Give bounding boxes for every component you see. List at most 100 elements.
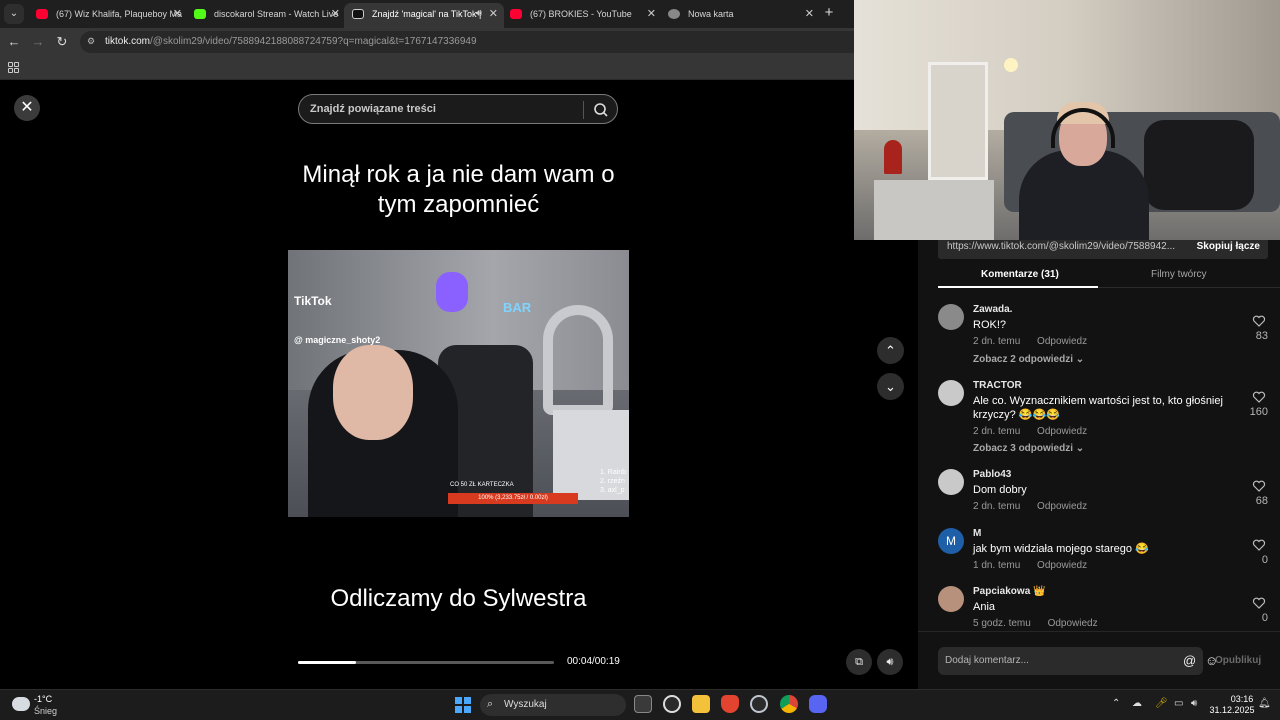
comment-text: ROK!? (973, 319, 1007, 331)
reply-button[interactable]: Odpowiedz (1048, 618, 1098, 629)
taskbar-search[interactable]: ⌕ Wyszukaj (480, 694, 626, 716)
show-hidden-icons[interactable]: ⌃ (1112, 698, 1120, 709)
close-tab-icon[interactable]: ✕ (647, 3, 656, 25)
chrome-icon[interactable] (780, 695, 798, 713)
close-tab-icon[interactable]: ✕ (173, 3, 182, 25)
tab-label: (67) Wiz Khalifa, Plaqueboy Ma (56, 9, 183, 19)
tab-youtube-wiz[interactable]: (67) Wiz Khalifa, Plaqueboy Ma ✕ (28, 3, 188, 25)
heart-icon[interactable] (1252, 479, 1266, 493)
tab-kick-discokarol[interactable]: discokarol Stream - Watch Live ✕ (186, 3, 346, 25)
tab-search-button[interactable]: ⌄ (4, 4, 24, 24)
view-replies-button[interactable]: Zobacz 2 odpowiedzi ⌄ (973, 354, 1084, 365)
heart-icon[interactable] (1252, 596, 1266, 610)
comment-author[interactable]: Pablo43 (973, 469, 1011, 480)
close-video-button[interactable]: ✕ (14, 95, 40, 121)
tab-new-tab[interactable]: Nowa karta ✕ (660, 3, 820, 25)
site-settings-icon[interactable]: ⚙ (87, 36, 97, 48)
comment-meta: 2 dn. temu Odpowiedz (973, 426, 1101, 437)
volume-icon[interactable]: 🔊︎ (1191, 698, 1197, 709)
next-video-button[interactable]: ⌄ (877, 373, 904, 400)
comment-text: jak bym widziała mojego starego 😂 (973, 543, 1149, 555)
comment-text: Ania (973, 601, 996, 613)
tab-label: (67) BROKIES - YouTube (530, 9, 632, 19)
heart-icon[interactable] (1252, 314, 1266, 328)
weather-temperature[interactable]: -1°C (34, 694, 52, 704)
new-tab-button[interactable]: + (820, 4, 838, 22)
comment-author[interactable]: TRACTOR (973, 380, 1022, 391)
taskbar-search-placeholder: Wyszukaj (504, 699, 547, 710)
comment-author[interactable]: Zawada. (973, 304, 1012, 315)
notifications-icon[interactable]: 🔔︎ (1258, 698, 1271, 709)
publish-button[interactable]: Opublikuj (1215, 655, 1261, 666)
avatar[interactable] (938, 469, 964, 495)
apps-grid-icon[interactable] (8, 62, 19, 73)
donation-goal-bar: 100% (3,233.75zł / 0.00zł) (448, 493, 578, 504)
avatar[interactable] (938, 586, 964, 612)
reply-button[interactable]: Odpowiedz (1037, 426, 1087, 437)
pip-button[interactable]: ⧉ (846, 649, 872, 675)
weather-description[interactable]: Śnieg (34, 706, 57, 716)
comment-author[interactable]: M (973, 528, 981, 539)
back-button[interactable]: ← (5, 33, 23, 51)
weather-icon[interactable] (12, 697, 30, 711)
file-explorer-icon[interactable] (692, 695, 710, 713)
url-text: tiktok.com/@skolim29/video/7588942188088… (105, 36, 477, 47)
forward-button[interactable]: → (29, 33, 47, 51)
avatar[interactable] (938, 380, 964, 406)
webcam-lamp (1004, 58, 1018, 72)
address-bar[interactable]: ⚙ tiktok.com/@skolim29/video/75889421880… (80, 31, 854, 53)
copy-link-button[interactable]: Skopiuj łącze (1197, 241, 1260, 252)
taskbar-date[interactable]: 31.12.2025 (1208, 705, 1256, 715)
onedrive-icon[interactable]: ☁ (1132, 698, 1142, 709)
close-tab-icon[interactable]: ✕ (805, 3, 814, 25)
close-tab-icon[interactable]: ✕ (489, 3, 498, 25)
reply-button[interactable]: Odpowiedz (1037, 336, 1087, 347)
tab-creator-videos[interactable]: Filmy twórcy (1151, 269, 1207, 280)
related-search-input[interactable]: Znajdź powiązane treści (298, 94, 618, 124)
video-progress-bar[interactable] (298, 661, 554, 664)
comment-author[interactable]: Papciakowa 👑 (973, 586, 1045, 597)
taskbar-time[interactable]: 03:16 (1222, 694, 1262, 704)
webcam-chair (874, 180, 994, 240)
volume-button[interactable]: 🔊︎ (877, 649, 903, 675)
app-icon[interactable] (750, 695, 768, 713)
start-icon[interactable] (455, 697, 471, 713)
video-caption-top: Minął rok a ja nie dam wam o tym zapomni… (302, 161, 615, 218)
windows-taskbar: -1°C Śnieg ⌕ Wyszukaj ⌃ ☁ 🎤︎ ▭ 🔊︎ 03:16 … (0, 689, 1280, 720)
comment-item: M M jak bym widziała mojego starego 😂 1 … (938, 528, 1268, 574)
video-player[interactable]: Minął rok a ja nie dam wam o tym zapomni… (288, 130, 629, 689)
close-tab-icon[interactable]: ✕ (331, 3, 340, 25)
reply-button[interactable]: Odpowiedz (1037, 501, 1087, 512)
search-icon[interactable] (592, 101, 610, 119)
avatar[interactable]: M (938, 528, 964, 554)
webcam-shelf (928, 62, 988, 180)
reload-button[interactable]: ↻ (53, 33, 71, 51)
active-tab-underline (938, 286, 1098, 288)
view-replies-button[interactable]: Zobacz 3 odpowiedzi ⌄ (973, 443, 1084, 454)
comment-time: 2 dn. temu (973, 426, 1021, 437)
avatar[interactable] (938, 304, 964, 330)
audio-playing-icon[interactable]: 🔊︎ (476, 3, 482, 25)
tab-tiktok-magical[interactable]: Znajdź 'magical' na TikTok | 🔊︎ ✕ (344, 3, 504, 28)
tab-youtube-brokies[interactable]: (67) BROKIES - YouTube ✕ (502, 3, 662, 25)
heart-icon[interactable] (1252, 390, 1266, 404)
brave-icon[interactable] (721, 695, 739, 713)
youtube-icon (36, 9, 48, 19)
reply-button[interactable]: Odpowiedz (1037, 560, 1087, 571)
leaderboard-text: 1. Rainb 2. rzeźn 3. axl_p (600, 469, 627, 494)
heart-icon[interactable] (1252, 538, 1266, 552)
network-icon[interactable]: ▭ (1174, 698, 1183, 709)
task-view-icon[interactable] (634, 695, 652, 713)
like-count: 83 (1255, 330, 1268, 342)
tiktok-watermark-user: @ magiczne_shoty2 (294, 335, 381, 345)
youtube-icon (510, 9, 522, 19)
mention-icon[interactable]: @ (1183, 653, 1196, 668)
microphone-icon[interactable]: 🎤︎ (1155, 698, 1168, 709)
previous-video-button[interactable]: ⌃ (877, 337, 904, 364)
comment-meta: 1 dn. temu Odpowiedz (973, 560, 1101, 571)
discord-icon[interactable] (809, 695, 827, 713)
comment-input[interactable]: Dodaj komentarz... @ ☺ (938, 647, 1218, 675)
tab-comments[interactable]: Komentarze (31) (981, 269, 1059, 280)
webcam-blanket (1144, 120, 1254, 210)
app-icon[interactable] (663, 695, 681, 713)
